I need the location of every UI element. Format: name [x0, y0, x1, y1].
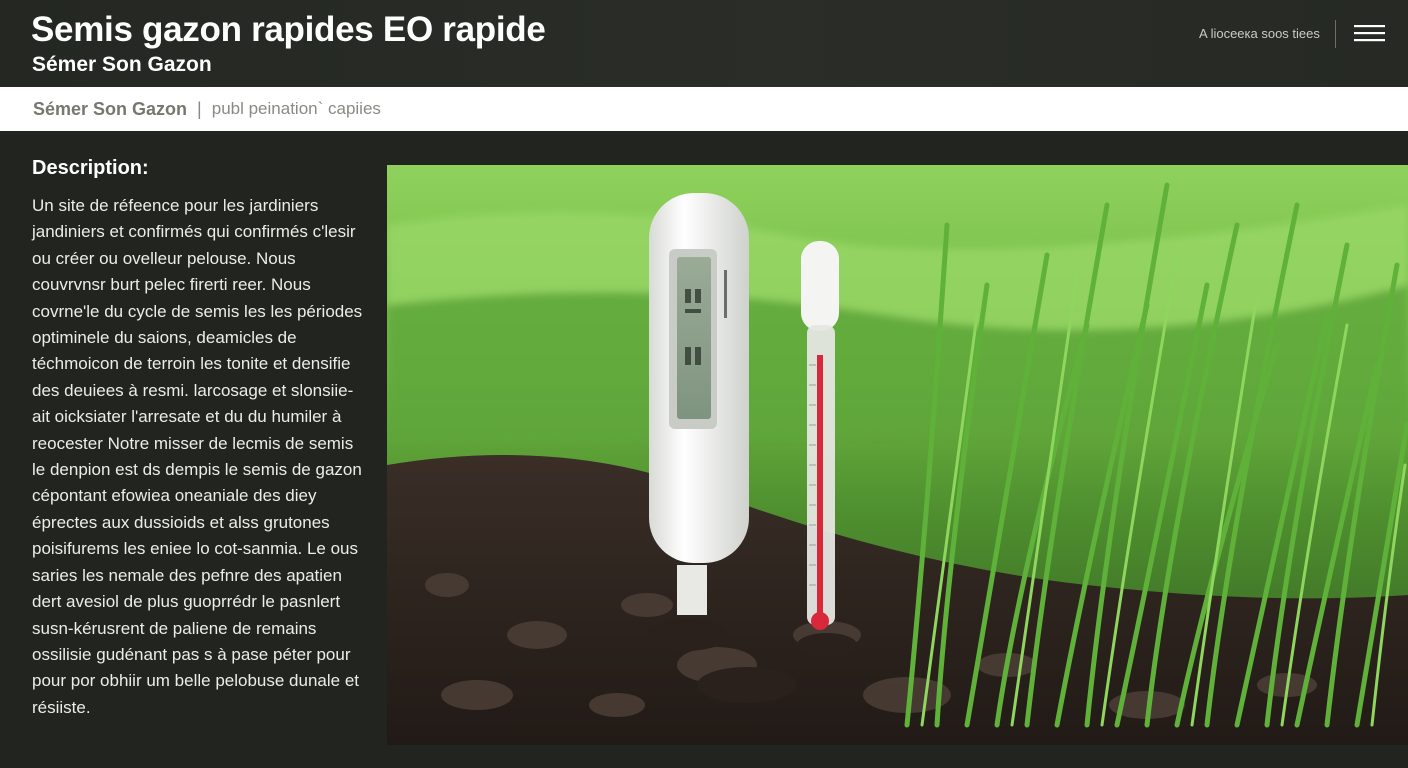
breadcrumb: Sémer Son Gazon | publ peination` capiie… [0, 87, 1408, 131]
breadcrumb-home-link[interactable]: Sémer Son Gazon [33, 99, 187, 120]
hamburger-menu-icon [1354, 25, 1385, 42]
site-subtitle: Sémer Son Gazon [32, 53, 212, 76]
description-text: Un site de réfeence pour les jardiniers … [32, 196, 363, 717]
header-divider [1335, 20, 1336, 48]
breadcrumb-current: publ peination` capiies [211, 99, 381, 118]
description-heading: Description: [32, 157, 149, 179]
site-title[interactable]: Semis gazon rapides EO rapide [31, 10, 546, 50]
breadcrumb-separator: | [197, 98, 202, 119]
site-header: Semis gazon rapides EO rapide Sémer Son … [0, 0, 1408, 87]
menu-button[interactable] [1348, 20, 1390, 46]
header-nav-link[interactable]: A lioceeка soos tiees [1199, 26, 1320, 41]
hero-photo [387, 165, 1408, 745]
